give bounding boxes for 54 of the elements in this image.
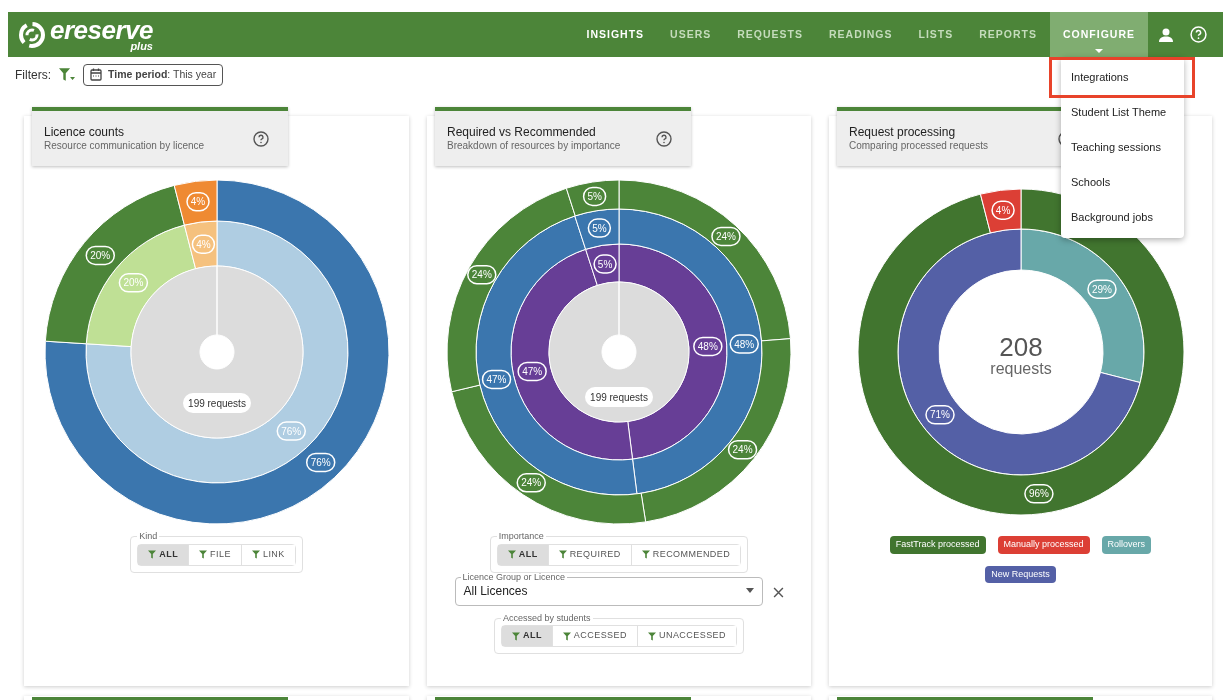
select-label: Licence Group or Licence (461, 572, 567, 582)
value-label: 76% (280, 425, 301, 437)
value-label: 48% (697, 340, 718, 352)
value-label: 24% (715, 230, 736, 242)
menu-item[interactable]: Student List Theme (1061, 95, 1184, 130)
card-subtitle: Comparing processed requests (849, 139, 988, 153)
legend-chip: Rollovers (1101, 536, 1152, 554)
card-title: Request processing (849, 124, 957, 140)
menu-item[interactable]: Background jobs (1061, 200, 1184, 235)
value-label: 48% (734, 338, 755, 350)
center-label: 199 requests (585, 387, 653, 407)
value-label: 20% (122, 277, 143, 289)
value-label: 24% (732, 444, 753, 456)
legend-chip: Manually processed (997, 536, 1090, 554)
licence-select[interactable]: Licence Group or Licence All Licences (454, 572, 763, 606)
select-value: All Licences (463, 582, 528, 600)
request-unit: requests (989, 360, 1052, 377)
filter-toggle[interactable]: ALL (497, 544, 549, 565)
logo-suffix: plus (130, 41, 153, 52)
card-subtitle: Breakdown of resources by importance (447, 139, 621, 153)
toggle-legend: Kind (137, 530, 160, 544)
toggle-legend: Importance (496, 530, 546, 544)
card-subtitle: Resource communication by licence (44, 139, 205, 153)
nav-tab[interactable]: INSIGHTS (573, 12, 658, 57)
center-label: 199 requests (182, 393, 251, 413)
value-label: 96% (1028, 488, 1049, 500)
menu-item[interactable]: Integrations (1052, 60, 1192, 95)
card-title: Required vs Recommended (447, 124, 597, 140)
value-label: 4% (195, 238, 211, 250)
value-label: 76% (310, 456, 331, 468)
menu-item[interactable]: Schools (1061, 165, 1184, 200)
legend-chip: FastTrack processed (889, 536, 986, 554)
value-label: 5% (592, 222, 607, 234)
value-label: 4% (190, 196, 205, 208)
value-label: 71% (929, 409, 950, 421)
value-label: 47% (486, 373, 507, 385)
value-label: 4% (995, 204, 1010, 216)
value-label: 24% (471, 269, 492, 281)
time-period-chip[interactable]: Time period: This year (83, 63, 224, 86)
logo-text: ereserve (50, 17, 153, 43)
toggle-legend: Accessed by students (501, 611, 593, 625)
value-label: 47% (522, 365, 543, 377)
value-label: 29% (1091, 283, 1112, 295)
legend-chip: New Requests (985, 565, 1056, 583)
menu-item[interactable]: Teaching sessions (1061, 130, 1184, 165)
value-label: 20% (89, 249, 110, 261)
request-total: 208 (998, 332, 1043, 362)
filter-toggle[interactable]: ALL (138, 544, 190, 565)
value-label: 5% (587, 190, 602, 202)
filters-label: Filters: (15, 66, 51, 84)
filter-toggle[interactable]: ALL (502, 626, 553, 646)
value-label: 5% (597, 258, 613, 270)
value-label: 24% (521, 477, 542, 489)
card-title: Licence counts (44, 124, 126, 140)
